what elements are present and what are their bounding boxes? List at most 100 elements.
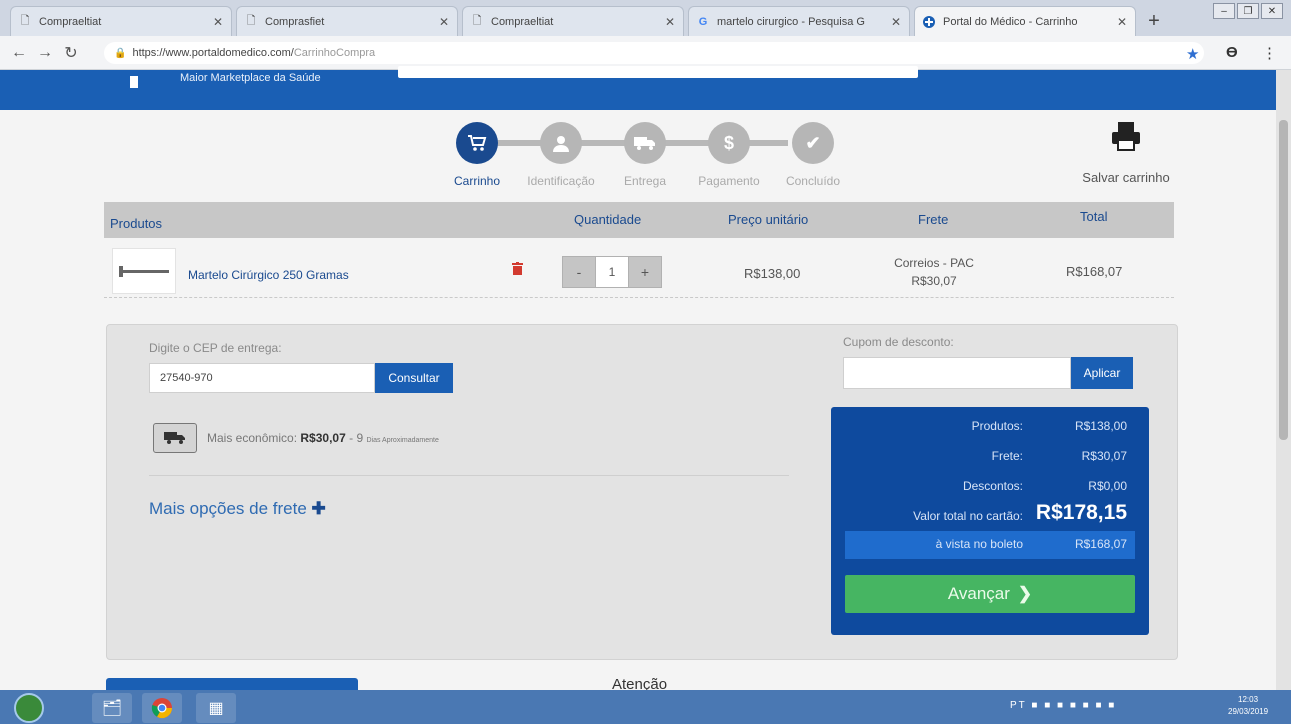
site-search-input[interactable] bbox=[398, 66, 918, 78]
browser-tab[interactable]: G martelo cirurgico - Pesquisa G ✕ bbox=[688, 6, 910, 36]
summary-discounts-label: Descontos: bbox=[962, 479, 1023, 493]
step-label-identificacao: Identificação bbox=[527, 174, 595, 188]
coupon-input[interactable] bbox=[843, 357, 1071, 389]
summary-freight-value: R$30,07 bbox=[1081, 449, 1127, 463]
doc-icon: 🗋 bbox=[472, 15, 482, 27]
tab-title: Compraeltiat bbox=[39, 15, 102, 28]
menu-icon[interactable]: ⋮ bbox=[1262, 44, 1277, 62]
browser-tab[interactable]: 🗋 Comprasfiet ✕ bbox=[236, 6, 458, 36]
summary-card-total-label: Valor total no cartão: bbox=[913, 509, 1023, 523]
browser-tab-active[interactable]: Portal do Médico - Carrinho ✕ bbox=[914, 6, 1136, 36]
summary-boleto-value: R$168,07 bbox=[1074, 537, 1127, 551]
shipping-option-days-note: Dias Aproximadamente bbox=[366, 437, 439, 444]
summary-card-total-value: R$178,15 bbox=[1035, 501, 1127, 524]
check-icon: ✔ bbox=[792, 122, 834, 164]
table-row: Martelo Cirúrgico 250 Gramas - 1 + R$138… bbox=[104, 238, 1174, 298]
product-thumbnail[interactable] bbox=[112, 248, 176, 294]
summary-card-total-row: Valor total no cartão: R$178,15 bbox=[831, 501, 1149, 527]
consult-button[interactable]: Consultar bbox=[375, 363, 453, 393]
increment-button[interactable]: + bbox=[628, 256, 662, 288]
close-icon[interactable]: ✕ bbox=[891, 15, 901, 29]
forward-icon[interactable]: → bbox=[32, 44, 58, 62]
page-scrollbar[interactable] bbox=[1276, 70, 1291, 690]
clock-time: 12:03 bbox=[1238, 695, 1259, 704]
doc-icon: 🗋 bbox=[20, 15, 30, 27]
browser-tabstrip: 🗋 Compraeltiat ✕ 🗋 Comprasfiet ✕ 🗋 Compr… bbox=[0, 0, 1291, 36]
scrollbar-thumb[interactable] bbox=[1279, 120, 1288, 440]
save-cart-button[interactable]: Salvar carrinho bbox=[1064, 120, 1188, 185]
language-indicator[interactable]: PT bbox=[1010, 700, 1027, 711]
summary-freight-row: Frete: R$30,07 bbox=[831, 443, 1149, 469]
row-total: R$168,07 bbox=[1066, 264, 1123, 279]
truck-icon bbox=[624, 122, 666, 164]
url-path: CarrinhoCompra bbox=[293, 47, 376, 59]
header-quantity: Quantidade bbox=[574, 212, 642, 227]
close-icon[interactable]: ✕ bbox=[665, 15, 675, 29]
shipping-option: Mais econômico: R$30,07 - 9 Dias Aproxim… bbox=[207, 431, 439, 445]
freight-carrier: Correios - PAC bbox=[894, 256, 974, 270]
cart-icon bbox=[456, 122, 498, 164]
printer-icon bbox=[1064, 120, 1188, 156]
taskbar: 🗂 ▦ PT ■ ■ ■ ■ ■ ■ ■ 12:03 29/03/2019 bbox=[0, 690, 1291, 724]
tab-title: martelo cirurgico - Pesquisa G bbox=[717, 15, 865, 28]
browser-tab[interactable]: 🗋 Compraeltiat ✕ bbox=[462, 6, 684, 36]
shipping-option-days: - 9 bbox=[349, 431, 364, 445]
spreadsheet-icon[interactable]: ▦ bbox=[196, 693, 236, 723]
close-icon[interactable]: ✕ bbox=[439, 15, 449, 29]
more-shipping-options-link[interactable]: Mais opções de frete ✚ bbox=[149, 499, 326, 519]
dollar-icon: $ bbox=[708, 122, 750, 164]
header-unit-price: Preço unitário bbox=[728, 212, 809, 227]
row-freight: Correios - PAC R$30,07 bbox=[874, 254, 994, 290]
logo[interactable] bbox=[130, 76, 138, 88]
window-controls: – ❐ ✕ bbox=[1213, 3, 1283, 19]
summary-products-value: R$138,00 bbox=[1074, 419, 1127, 433]
minimize-button[interactable]: – bbox=[1213, 3, 1235, 19]
maximize-button[interactable]: ❐ bbox=[1237, 3, 1259, 19]
quantity-stepper: - 1 + bbox=[562, 256, 662, 288]
new-tab-button[interactable]: + bbox=[1140, 6, 1168, 36]
header-freight: Frete bbox=[918, 212, 949, 227]
decrement-button[interactable]: - bbox=[562, 256, 596, 288]
tray-icons[interactable]: ■ ■ ■ ■ ■ ■ ■ bbox=[1031, 700, 1116, 711]
summary-boleto-row: à vista no boleto R$168,07 bbox=[845, 531, 1135, 559]
reload-icon[interactable]: ↻ bbox=[58, 43, 84, 63]
back-icon[interactable]: ← bbox=[6, 44, 32, 62]
trash-icon[interactable] bbox=[512, 262, 523, 278]
address-bar[interactable]: 🔒 https://www.portaldomedico.com/ Carrin… bbox=[104, 42, 1204, 64]
shipping-option-price: R$30,07 bbox=[300, 431, 346, 445]
portal-icon bbox=[923, 15, 935, 29]
tab-title: Compraeltiat bbox=[491, 15, 554, 28]
cep-label: Digite o CEP de entrega: bbox=[149, 341, 282, 355]
cart-page: $ ✔ Carrinho Identificação Entrega Pagam… bbox=[0, 110, 1276, 693]
close-icon[interactable]: ✕ bbox=[1117, 15, 1127, 29]
apply-coupon-button[interactable]: Aplicar bbox=[1071, 357, 1133, 389]
user-icon bbox=[540, 122, 582, 164]
chrome-icon[interactable] bbox=[142, 693, 182, 723]
step-label-concluido: Concluído bbox=[785, 174, 841, 188]
bookmark-star-icon[interactable]: ★ bbox=[1186, 45, 1199, 63]
clock[interactable]: 12:03 29/03/2019 bbox=[1228, 694, 1268, 718]
shipping-panel: Digite o CEP de entrega: 27540-970 Consu… bbox=[106, 324, 1178, 660]
truck-icon[interactable] bbox=[153, 423, 197, 453]
header-total: Total bbox=[1080, 209, 1108, 224]
quantity-input[interactable]: 1 bbox=[596, 256, 628, 288]
plus-icon: ✚ bbox=[311, 499, 326, 518]
cep-input[interactable]: 27540-970 bbox=[149, 363, 375, 393]
browser-toolbar: ← → ↻ 🔒 https://www.portaldomedico.com/ … bbox=[0, 36, 1291, 70]
product-name[interactable]: Martelo Cirúrgico 250 Gramas bbox=[188, 268, 349, 282]
divider bbox=[149, 475, 789, 476]
advance-button[interactable]: Avançar ❯ bbox=[845, 575, 1135, 613]
advance-label: Avançar bbox=[947, 584, 1010, 603]
close-window-button[interactable]: ✕ bbox=[1261, 3, 1283, 19]
site-header: Maior Marketplace da Saúde bbox=[0, 66, 1276, 110]
system-tray: PT ■ ■ ■ ■ ■ ■ ■ bbox=[1010, 700, 1116, 711]
close-icon[interactable]: ✕ bbox=[213, 15, 223, 29]
step-label-entrega: Entrega bbox=[623, 174, 667, 188]
summary-boleto-label: à vista no boleto bbox=[935, 537, 1023, 551]
step-label-pagamento: Pagamento bbox=[698, 174, 760, 188]
profile-icon[interactable]: ϴ bbox=[1226, 44, 1238, 61]
explorer-icon[interactable]: 🗂 bbox=[92, 693, 132, 723]
summary-freight-label: Frete: bbox=[991, 449, 1023, 463]
browser-tab[interactable]: 🗋 Compraeltiat ✕ bbox=[10, 6, 232, 36]
start-button[interactable] bbox=[14, 693, 44, 723]
